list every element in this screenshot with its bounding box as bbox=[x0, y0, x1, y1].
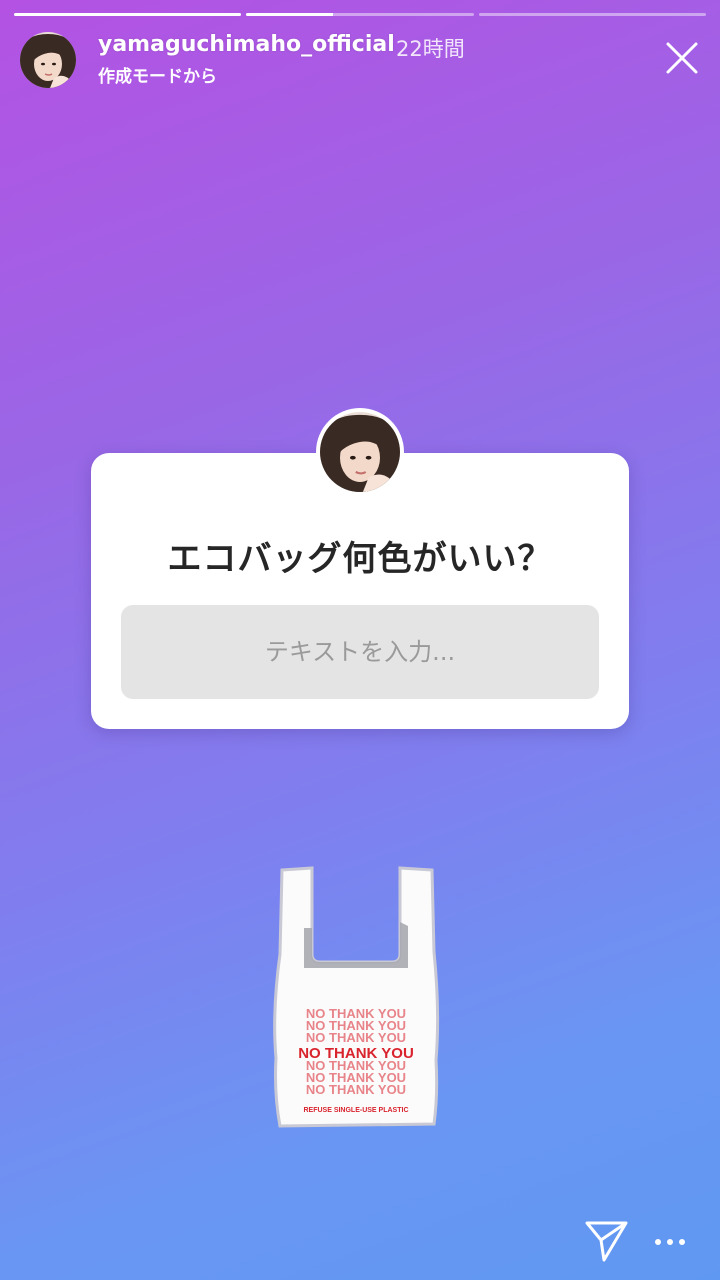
question-text: エコバッグ何色がいい？ bbox=[167, 539, 553, 579]
user-avatar-icon bbox=[20, 32, 76, 88]
progress-segment bbox=[246, 13, 474, 16]
answer-input[interactable] bbox=[121, 605, 599, 699]
close-icon[interactable] bbox=[664, 40, 700, 76]
story-header: yamaguchimaho_official 22時間 作成モードから bbox=[20, 30, 700, 90]
bag-footer-text: REFUSE SINGLE-USE PLASTIC bbox=[303, 1107, 408, 1114]
paper-plane-icon[interactable] bbox=[584, 1218, 630, 1264]
username[interactable]: yamaguchimaho_official bbox=[98, 32, 395, 57]
question-avatar bbox=[316, 408, 404, 496]
more-dots-icon[interactable] bbox=[652, 1228, 688, 1256]
progress-fill bbox=[14, 13, 242, 16]
story-source-label[interactable]: 作成モードから bbox=[98, 62, 217, 87]
progress-segment bbox=[478, 13, 706, 16]
story-progress bbox=[14, 13, 706, 16]
user-avatar-icon bbox=[320, 412, 400, 492]
post-time: 22時間 bbox=[396, 37, 465, 61]
bag-line: NO THANK YOU bbox=[306, 1030, 406, 1045]
story-viewer: yamaguchimaho_official 22時間 作成モードから エコバッ… bbox=[0, 0, 720, 1280]
plastic-bag-sticker[interactable]: NO THANK YOU NO THANK YOU NO THANK YOU N… bbox=[268, 862, 444, 1134]
question-avatar-image bbox=[320, 412, 400, 492]
progress-fill bbox=[246, 13, 333, 16]
avatar[interactable] bbox=[20, 32, 76, 88]
bag-line: NO THANK YOU bbox=[306, 1082, 406, 1097]
progress-segment bbox=[14, 13, 242, 16]
